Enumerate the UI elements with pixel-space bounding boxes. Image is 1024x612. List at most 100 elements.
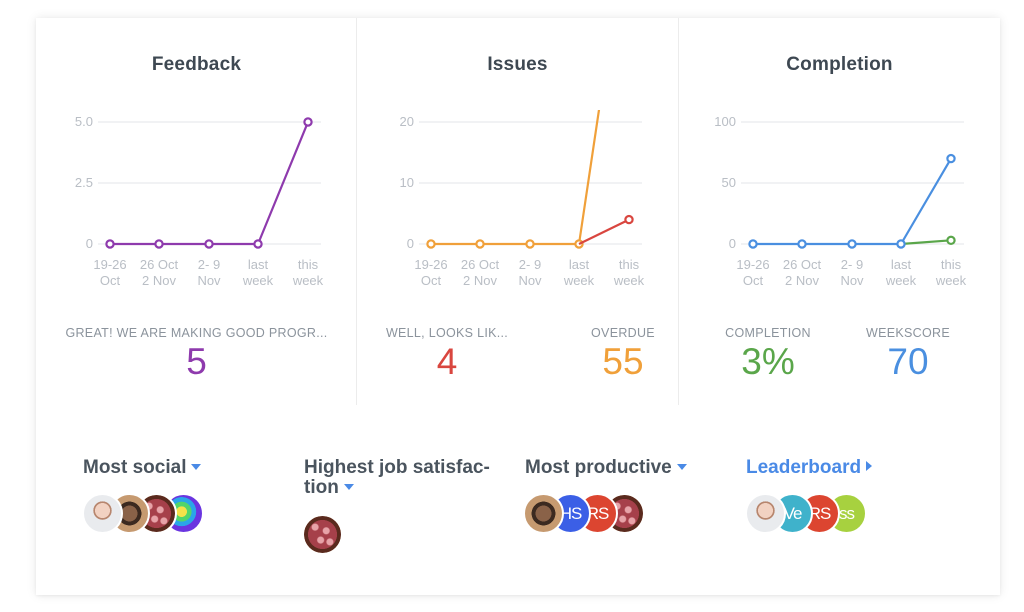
x-tick-label: week	[935, 273, 967, 288]
data-point	[303, 117, 313, 127]
job-satisfaction-avatars	[302, 514, 343, 555]
x-tick-label: week	[885, 273, 917, 288]
section-title-label: Leaderboard	[746, 457, 862, 478]
job-satisfaction-dropdown[interactable]: Highest job satisfac- tion	[304, 458, 490, 498]
x-tick-label: 2- 9	[198, 257, 220, 272]
data-point	[154, 239, 164, 249]
stat-label: OVERDUE	[591, 326, 655, 340]
most-productive-avatars: HS RS	[523, 493, 645, 534]
data-point	[204, 239, 214, 249]
series-line	[900, 239, 952, 246]
x-tick-label: 2 Nov	[142, 273, 176, 288]
x-tick-label: 2- 9	[841, 257, 863, 272]
x-tick-label: 26 Oct	[461, 257, 500, 272]
x-tick-label: 2 Nov	[463, 273, 497, 288]
x-tick-label: week	[242, 273, 274, 288]
completion-panel: Completion 0 50 100 19-26 Oct 26 Oct 2 Nov 2- 9…	[679, 18, 1000, 408]
y-tick-label: 100	[714, 114, 736, 129]
x-tick-label: week	[613, 273, 645, 288]
avatar[interactable]	[745, 493, 786, 534]
weekscore-stat: WEEKSCORE 70	[838, 326, 978, 382]
section-title-line2: tion	[304, 477, 339, 498]
series-group	[426, 110, 634, 249]
x-tick-label: Nov	[518, 273, 542, 288]
data-point	[847, 239, 857, 249]
stat-label: WEEKSCORE	[866, 326, 950, 340]
stat-label: COMPLETION	[725, 326, 811, 340]
stat-label: WELL, LOOKS LIK...	[385, 326, 509, 340]
x-tick-label: 26 Oct	[783, 257, 822, 272]
stat-value: 3%	[741, 341, 795, 382]
data-point	[946, 153, 956, 164]
x-tick-label: Nov	[197, 273, 221, 288]
leaderboard-avatars: Ve RS ss	[745, 493, 867, 534]
leaderboard-section: Leaderboard	[746, 457, 873, 478]
x-tick-label: 19-26	[736, 257, 769, 272]
data-point	[475, 239, 485, 249]
data-point	[797, 239, 807, 249]
caret-down-icon	[191, 464, 202, 470]
x-tick-label: 2 Nov	[785, 273, 819, 288]
series-line	[578, 218, 630, 245]
data-point	[624, 214, 634, 225]
x-tick-label: 26 Oct	[140, 257, 179, 272]
avatar[interactable]	[82, 493, 123, 534]
x-tick-label: Oct	[100, 273, 121, 288]
completion-chart: 05010019-26Oct26 Oct2 Nov2- 9Novlastweek…	[714, 114, 967, 288]
data-point	[748, 239, 758, 249]
x-tick-label: week	[563, 273, 595, 288]
data-point	[896, 239, 906, 249]
data-point	[525, 239, 535, 249]
y-tick-label: 0	[86, 236, 93, 251]
stat-value: 4	[436, 341, 458, 382]
x-tick-label: Oct	[743, 273, 764, 288]
most-social-avatars	[82, 493, 204, 534]
dashboard-card: Feedback 0 2.5 5.0 19-26 Oct 26 Oct 2 Nov 2- 9N…	[36, 18, 1000, 595]
most-productive-dropdown[interactable]: Most productive	[525, 458, 687, 478]
avatar[interactable]	[302, 514, 343, 555]
stat-value: 70	[887, 341, 929, 382]
series-group	[748, 153, 956, 249]
x-tick-label: Nov	[840, 273, 864, 288]
avatar[interactable]	[523, 493, 564, 534]
leaderboard-link[interactable]: Leaderboard	[746, 457, 873, 478]
x-tick-label: 19-26	[414, 257, 447, 272]
series-line	[431, 110, 601, 246]
series-line	[753, 158, 952, 246]
data-point	[426, 239, 436, 249]
x-tick-label: Oct	[421, 273, 442, 288]
x-tick-label: last	[248, 257, 269, 272]
x-tick-label: last	[891, 257, 912, 272]
y-tick-label: 10	[400, 175, 414, 190]
x-tick-label: this	[941, 257, 962, 272]
x-tick-label: week	[292, 273, 324, 288]
feedback-panel: Feedback 0 2.5 5.0 19-26 Oct 26 Oct 2 Nov 2- 9N…	[36, 18, 357, 408]
y-tick-label: 0	[729, 236, 736, 251]
x-tick-label: 19-26	[93, 257, 126, 272]
y-tick-label: 0	[407, 236, 414, 251]
section-title-label: Most productive	[525, 457, 672, 478]
x-tick-label: this	[619, 257, 640, 272]
y-tick-label: 20	[400, 114, 414, 129]
stat-value: 55	[602, 341, 644, 382]
overdue-stat: OVERDUE 55	[553, 326, 693, 382]
completion-stat: COMPLETION 3%	[698, 326, 838, 382]
data-point	[105, 239, 115, 249]
x-tick-label: 2- 9	[519, 257, 541, 272]
issues-panel: Issues 0 10 20 19-26 Oct 26 Oct 2 Nov 2- 9 Nov la…	[357, 18, 678, 408]
issues-stat: WELL, LOOKS LIK... 4	[377, 326, 517, 382]
most-social-dropdown[interactable]: Most social	[83, 457, 202, 478]
section-title-label: Most social	[83, 457, 187, 478]
section-title-line1: Highest job satisfac-	[304, 457, 490, 478]
x-tick-label: this	[298, 257, 319, 272]
y-tick-label: 2.5	[75, 175, 93, 190]
y-tick-label: 5.0	[75, 114, 93, 129]
feedback-chart: 02.55.019-26Oct26 Oct2 Nov2- 9Novlastwee…	[75, 114, 324, 288]
y-tick-label: 50	[722, 175, 736, 190]
data-point	[946, 235, 956, 246]
issues-chart: 0102019-26Oct26 Oct2 Nov2- 9Novlastweekt…	[400, 110, 645, 288]
caret-down-icon	[676, 464, 687, 470]
caret-down-icon	[343, 484, 354, 490]
data-point	[253, 239, 263, 249]
most-productive-section: Most productive	[525, 458, 687, 478]
